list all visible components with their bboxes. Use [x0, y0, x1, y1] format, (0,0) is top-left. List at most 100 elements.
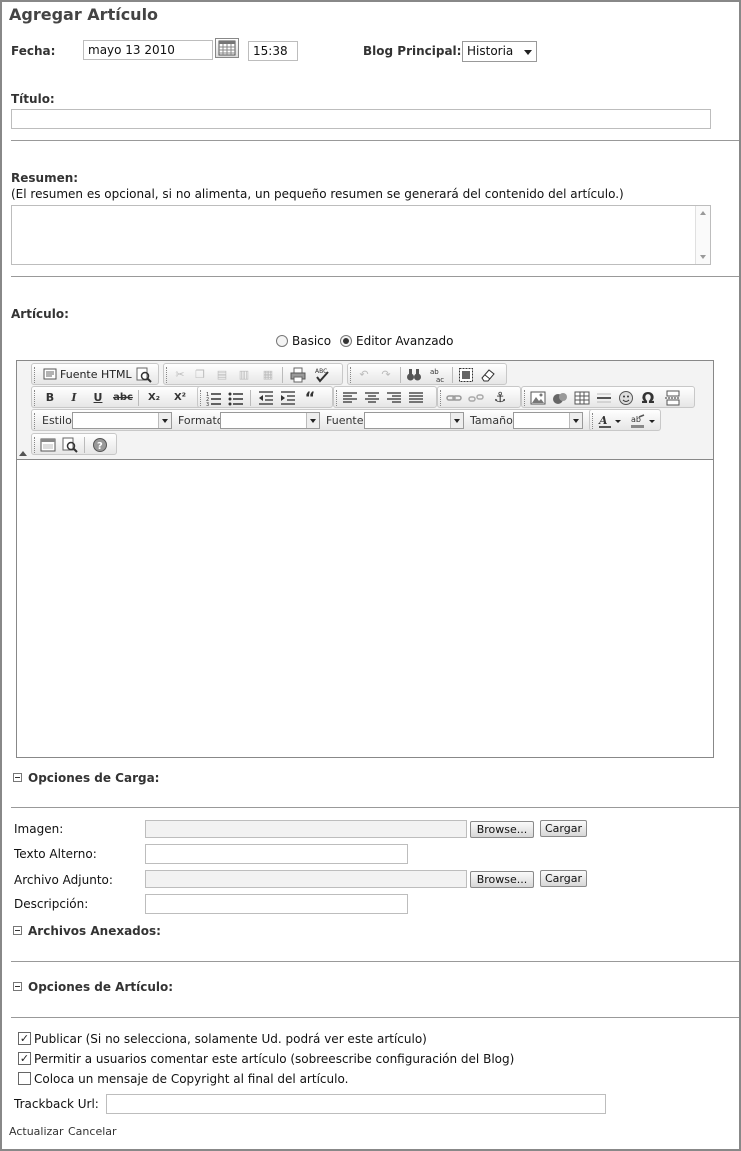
justify-icon[interactable]	[408, 390, 424, 406]
fuente-combo[interactable]	[364, 412, 464, 429]
copy-icon[interactable]: ❐	[192, 367, 208, 383]
help-icon[interactable]: ?	[92, 437, 108, 453]
paste-icon[interactable]: ▤	[214, 367, 230, 383]
toolbar-grip	[524, 390, 526, 406]
mode-basic-radio[interactable]	[276, 335, 288, 347]
link-icon[interactable]	[446, 390, 462, 406]
blockquote-icon[interactable]: “	[302, 390, 318, 406]
tamano-combo[interactable]	[513, 412, 583, 429]
flash-icon[interactable]	[552, 390, 568, 406]
toolbar-separator	[452, 367, 453, 383]
align-left-icon[interactable]	[342, 390, 358, 406]
imagen-browse-button[interactable]: Browse...	[470, 821, 534, 838]
paste-text-icon[interactable]: ▥	[236, 367, 252, 383]
toolbar-separator	[282, 367, 283, 383]
scrollbar[interactable]	[695, 206, 710, 264]
unlink-icon[interactable]	[468, 390, 484, 406]
collapse-carga-icon[interactable]	[13, 773, 22, 782]
calendar-button[interactable]	[215, 38, 239, 58]
chevron-down-icon	[158, 413, 171, 428]
toolbar-grip	[200, 390, 202, 406]
actualizar-button[interactable]: Actualizar	[9, 1125, 64, 1138]
text-color-icon[interactable]: A	[598, 413, 622, 429]
numbered-list-icon[interactable]: 123	[206, 390, 222, 408]
chevron-down-icon	[524, 50, 532, 55]
comentar-checkbox[interactable]: ✓	[18, 1052, 31, 1065]
cancelar-button[interactable]: Cancelar	[68, 1125, 117, 1138]
descripcion-input[interactable]	[145, 894, 408, 914]
rich-text-editor: Fuente HTML ✂ ❐ ▤ ▥ ▦ ABC ↶ ↷ ab ac B I …	[16, 360, 714, 758]
align-right-icon[interactable]	[386, 390, 402, 406]
toolbar-grip	[166, 367, 168, 383]
indent-icon[interactable]	[280, 390, 296, 406]
toolbar-grip	[440, 390, 442, 406]
imagen-file-input[interactable]	[145, 820, 467, 838]
cut-icon[interactable]: ✂	[172, 367, 188, 383]
smiley-icon[interactable]	[618, 390, 634, 406]
subscript-button[interactable]: X₂	[146, 390, 162, 406]
maximize-icon[interactable]	[40, 437, 56, 453]
texto-alterno-label: Texto Alterno:	[14, 847, 97, 861]
date-field[interactable]: mayo 13 2010	[83, 40, 213, 60]
toolbar-grip	[336, 390, 338, 406]
redo-icon[interactable]: ↷	[378, 367, 394, 383]
anchor-icon[interactable]: ⚓	[492, 390, 508, 406]
toolbar-separator	[84, 437, 85, 453]
divider	[11, 961, 739, 962]
estilo-combo[interactable]	[72, 412, 172, 429]
spellcheck-icon[interactable]: ABC	[314, 367, 330, 383]
time-field[interactable]: 15:38	[248, 41, 298, 61]
horizontal-rule-icon[interactable]	[596, 390, 612, 406]
print-icon[interactable]	[290, 367, 306, 383]
imagen-cargar-button[interactable]: Cargar	[540, 820, 587, 837]
undo-icon[interactable]: ↶	[356, 367, 372, 383]
strikethrough-button[interactable]: abc	[112, 390, 134, 406]
scroll-up-icon	[700, 211, 706, 215]
bulleted-list-icon[interactable]	[228, 390, 244, 406]
copyright-checkbox[interactable]	[18, 1072, 31, 1085]
archivo-browse-button[interactable]: Browse...	[470, 871, 534, 888]
collapse-anexados-icon[interactable]	[13, 926, 22, 935]
titulo-input[interactable]	[11, 109, 711, 129]
find-icon[interactable]	[406, 367, 422, 383]
bold-button[interactable]: B	[42, 390, 58, 406]
publicar-checkbox[interactable]: ✓	[18, 1032, 31, 1045]
archivo-cargar-button[interactable]: Cargar	[540, 870, 587, 887]
image-icon[interactable]	[530, 390, 546, 406]
table-icon[interactable]	[574, 390, 590, 406]
trackback-input[interactable]	[106, 1094, 606, 1114]
page-title: Agregar Artículo	[9, 5, 159, 24]
remove-format-icon[interactable]	[480, 367, 496, 383]
toolbar-edit: ↶ ↷ ab ac	[347, 363, 507, 385]
source-html-button[interactable]: Fuente HTML	[60, 368, 132, 381]
underline-button[interactable]: U	[90, 390, 106, 406]
preview-icon[interactable]	[136, 367, 152, 383]
page-break-icon[interactable]	[664, 390, 680, 406]
svg-text:ac: ac	[436, 376, 444, 383]
texto-alterno-input[interactable]	[145, 844, 408, 864]
background-color-icon[interactable]: ab	[630, 413, 656, 429]
outdent-icon[interactable]	[258, 390, 274, 406]
paste-word-icon[interactable]: ▦	[260, 367, 276, 383]
show-blocks-icon[interactable]	[62, 437, 78, 453]
tamano-label: Tamaño	[470, 414, 513, 427]
archivo-file-input[interactable]	[145, 870, 467, 888]
italic-button[interactable]: I	[66, 390, 82, 406]
scroll-down-icon	[700, 255, 706, 259]
collapse-toolbar-icon[interactable]	[19, 451, 27, 456]
resumen-textarea[interactable]	[11, 205, 711, 265]
toolbar-separator	[250, 390, 251, 406]
special-char-icon[interactable]: Ω	[640, 390, 656, 406]
select-all-icon[interactable]	[458, 367, 474, 383]
toolbar-align	[333, 386, 437, 408]
mode-advanced-radio[interactable]	[340, 335, 352, 347]
superscript-button[interactable]: X²	[172, 390, 188, 406]
editor-content-area[interactable]	[17, 459, 713, 757]
formato-combo[interactable]	[220, 412, 320, 429]
resumen-label: Resumen:	[11, 171, 79, 185]
toolbar-grip	[350, 367, 352, 383]
align-center-icon[interactable]	[364, 390, 380, 406]
replace-icon[interactable]: ab ac	[430, 367, 446, 384]
collapse-opciones-icon[interactable]	[13, 982, 22, 991]
blog-principal-select[interactable]: Historia	[462, 41, 537, 62]
